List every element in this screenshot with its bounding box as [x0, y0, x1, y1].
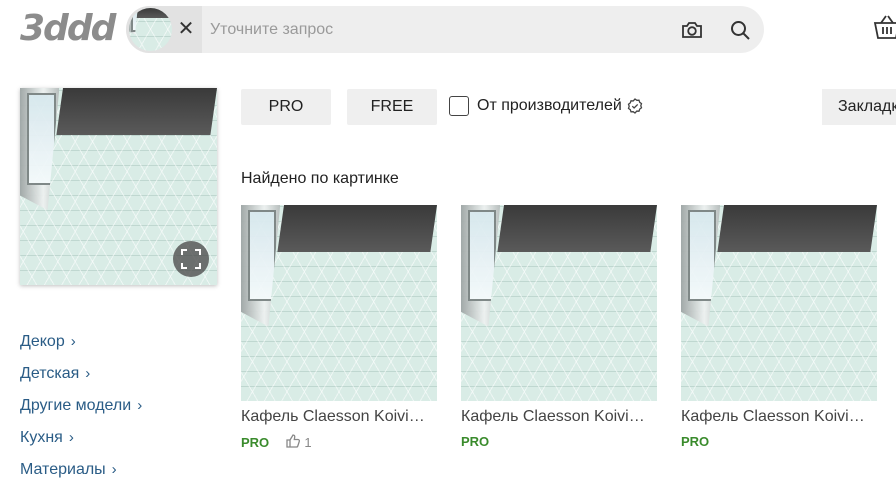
chevron-right-icon: › [111, 461, 117, 478]
search-icon[interactable] [728, 18, 752, 42]
result-image[interactable] [681, 205, 877, 401]
pro-badge: PRO [241, 435, 270, 450]
thumbs-up-icon [285, 434, 305, 450]
category-link[interactable]: Декор › [20, 330, 142, 362]
expand-icon[interactable] [173, 241, 209, 277]
search-input[interactable] [210, 14, 670, 45]
search-bar: ✕ [126, 6, 764, 53]
bookmarks-button[interactable]: Закладки [822, 89, 896, 125]
manufacturers-label[interactable]: От производителей [477, 96, 622, 116]
result-title[interactable]: Кафель Claesson Koivisto Rune [681, 407, 871, 427]
results-heading: Найдено по картинке [241, 170, 399, 187]
search-image-chip: ✕ [126, 6, 202, 53]
search-image-thumbnail [129, 8, 172, 51]
category-link[interactable]: Другие модели › [20, 394, 142, 426]
basket-icon[interactable] [872, 14, 896, 42]
result-image[interactable] [461, 205, 657, 401]
query-image-preview [20, 88, 217, 285]
site-logo[interactable]: 3ddd [20, 10, 116, 48]
pro-badge: PRO [461, 434, 490, 449]
result-card[interactable]: Кафель Claesson Koivisto Rune PRO [681, 205, 877, 451]
chevron-right-icon: › [137, 397, 143, 414]
chevron-right-icon: › [68, 429, 74, 446]
category-link[interactable]: Материалы › [20, 458, 142, 487]
pro-badge: PRO [681, 434, 710, 449]
like-count: 1 [304, 435, 312, 450]
chevron-right-icon: › [85, 365, 91, 382]
clear-image-icon[interactable]: ✕ [175, 18, 197, 40]
chevron-right-icon: › [70, 333, 76, 350]
result-image[interactable] [241, 205, 437, 401]
result-title[interactable]: Кафель Claesson Koivisto Rune [461, 407, 651, 427]
verified-icon [627, 98, 643, 114]
filter-pro-button[interactable]: PRO [241, 89, 331, 125]
category-link[interactable]: Кухня › [20, 426, 142, 458]
result-title[interactable]: Кафель Claesson Koivisto Rune [241, 407, 431, 427]
category-link[interactable]: Детская › [20, 362, 142, 394]
result-card[interactable]: Кафель Claesson Koivisto Rune PRO [461, 205, 657, 451]
camera-icon[interactable] [680, 18, 704, 42]
category-list: Декор › Детская › Другие модели › Кухня › Ма… [20, 330, 142, 487]
manufacturers-checkbox[interactable] [449, 96, 469, 116]
filter-free-button[interactable]: FREE [347, 89, 437, 125]
result-card[interactable]: Кафель Claesson Koivisto Rune PRO 1 [241, 205, 437, 451]
like-button[interactable]: 1 [285, 433, 312, 452]
